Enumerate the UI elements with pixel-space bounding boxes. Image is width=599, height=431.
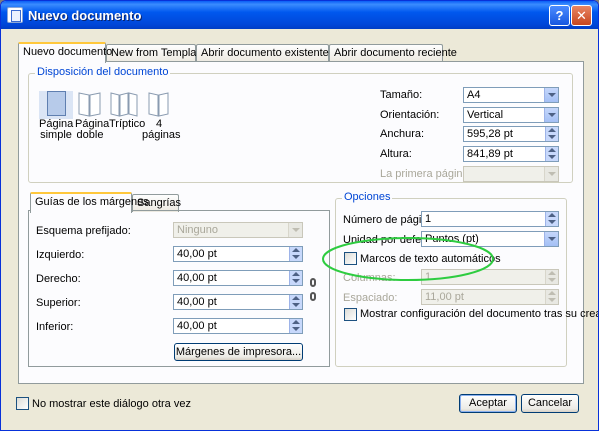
dont-show-checkbox[interactable]: [16, 397, 29, 410]
auto-frames-label[interactable]: Marcos de texto automáticos: [360, 253, 501, 265]
size-dropdown[interactable]: A4: [463, 87, 559, 103]
auto-frames-checkbox[interactable]: [344, 252, 357, 265]
spin-arrows-icon[interactable]: [545, 127, 558, 141]
bottom-margin-spinbox[interactable]: 40,00 pt: [173, 318, 303, 334]
top-margin-value: 40,00 pt: [177, 296, 217, 308]
spin-arrows-icon[interactable]: [289, 319, 302, 333]
top-margin-spinbox[interactable]: 40,00 pt: [173, 294, 303, 310]
spacing-label: Espaciado:: [343, 292, 398, 304]
layout-triptych-label: Tríptico: [109, 118, 146, 130]
chain-link-icon[interactable]: [309, 278, 317, 308]
spin-arrows-icon[interactable]: [545, 290, 558, 304]
title-bar[interactable]: Nuevo documento ? ✕: [1, 1, 598, 29]
layout-single-page[interactable]: Página simple: [39, 91, 73, 141]
orientation-dropdown[interactable]: Vertical: [463, 107, 559, 123]
document-layout-title: Disposición del documento: [35, 66, 171, 78]
spin-arrows-icon[interactable]: [289, 295, 302, 309]
left-margin-spinbox[interactable]: 40,00 pt: [173, 246, 303, 262]
left-margin-label: Izquierdo:: [36, 249, 85, 261]
new-document-dialog: Nuevo documento ? ✕ Nuevo documento New …: [0, 0, 599, 431]
options-title: Opciones: [342, 191, 393, 203]
layout-triptych[interactable]: Tríptico: [109, 91, 145, 130]
tab-new-from-template[interactable]: New from Template: [106, 44, 206, 62]
tab-margin-guides[interactable]: Guías de los márgenes: [30, 192, 149, 213]
width-label: Anchura:: [380, 128, 425, 140]
first-page-dropdown[interactable]: [463, 166, 559, 182]
spacing-value: 11,00 pt: [425, 291, 464, 303]
columns-value: 1: [425, 271, 432, 283]
pages-spinbox[interactable]: 1: [421, 211, 559, 227]
spin-arrows-icon[interactable]: [289, 247, 302, 261]
show-settings-label[interactable]: Mostrar configuración del documento tras…: [360, 308, 598, 320]
spin-arrows-icon[interactable]: [289, 271, 302, 285]
spin-arrows-icon[interactable]: [545, 212, 558, 226]
left-margin-value: 40,00 pt: [177, 248, 217, 260]
cancel-button[interactable]: Cancelar: [521, 394, 579, 413]
chevron-down-icon[interactable]: [288, 223, 302, 237]
unit-dropdown[interactable]: Puntos (pt): [421, 231, 559, 247]
tab-open-existing[interactable]: Abrir documento existente: [196, 44, 329, 62]
close-button[interactable]: ✕: [571, 5, 592, 26]
top-margin-label: Superior:: [36, 297, 81, 309]
chevron-down-icon[interactable]: [544, 108, 558, 122]
pages-value: 1: [425, 213, 432, 225]
layout-double-page[interactable]: Página doble: [75, 91, 109, 141]
layout-four-pages-label: 4 páginas: [142, 118, 181, 141]
layout-double-page-label: Página doble: [75, 118, 110, 141]
orientation-value: Vertical: [467, 109, 504, 121]
unit-value: Puntos (pt): [425, 233, 479, 245]
show-settings-checkbox[interactable]: [344, 308, 357, 321]
tab-new-document[interactable]: Nuevo documento: [18, 42, 112, 63]
chevron-down-icon[interactable]: [544, 88, 558, 102]
spin-arrows-icon[interactable]: [545, 270, 558, 284]
orientation-label: Orientación:: [380, 109, 440, 121]
preset-dropdown[interactable]: Ninguno: [173, 222, 303, 238]
preset-value: Ninguno: [177, 224, 218, 236]
dialog-title: Nuevo documento: [28, 8, 142, 23]
height-value: 841,89 pt: [467, 148, 513, 160]
single-page-icon: [46, 91, 66, 116]
chevron-down-icon[interactable]: [544, 232, 558, 246]
columns-spinbox[interactable]: 1: [421, 269, 559, 285]
height-label: Altura:: [380, 148, 412, 160]
size-label: Tamaño:: [380, 89, 423, 101]
bottom-margin-value: 40,00 pt: [177, 320, 217, 332]
bottom-margin-label: Inferior:: [36, 321, 74, 333]
columns-label: Columnas:: [343, 272, 396, 284]
printer-margins-button[interactable]: Márgenes de impresora...: [174, 343, 303, 361]
spacing-spinbox[interactable]: 11,00 pt: [421, 289, 559, 305]
width-value: 595,28 pt: [467, 128, 513, 140]
help-button[interactable]: ?: [549, 5, 570, 26]
width-spinbox[interactable]: 595,28 pt: [463, 126, 559, 142]
height-spinbox[interactable]: 841,89 pt: [463, 146, 559, 162]
document-icon: [7, 7, 23, 23]
dont-show-label[interactable]: No mostrar este diálogo otra vez: [32, 398, 191, 410]
layout-single-page-label: Página simple: [39, 118, 74, 141]
triptych-icon: [110, 92, 138, 117]
four-pages-icon: [148, 92, 169, 117]
layout-four-pages[interactable]: 4 páginas: [142, 91, 181, 141]
tab-open-recent[interactable]: Abrir documento reciente: [329, 44, 457, 62]
spin-arrows-icon[interactable]: [545, 147, 558, 161]
chevron-down-icon[interactable]: [544, 167, 558, 181]
right-margin-label: Derecho:: [36, 273, 81, 285]
size-value: A4: [467, 89, 481, 101]
accept-button[interactable]: Aceptar: [459, 394, 517, 413]
double-page-icon: [78, 92, 101, 117]
right-margin-value: 40,00 pt: [177, 272, 217, 284]
preset-label: Esquema prefijado:: [36, 225, 131, 237]
right-margin-spinbox[interactable]: 40,00 pt: [173, 270, 303, 286]
